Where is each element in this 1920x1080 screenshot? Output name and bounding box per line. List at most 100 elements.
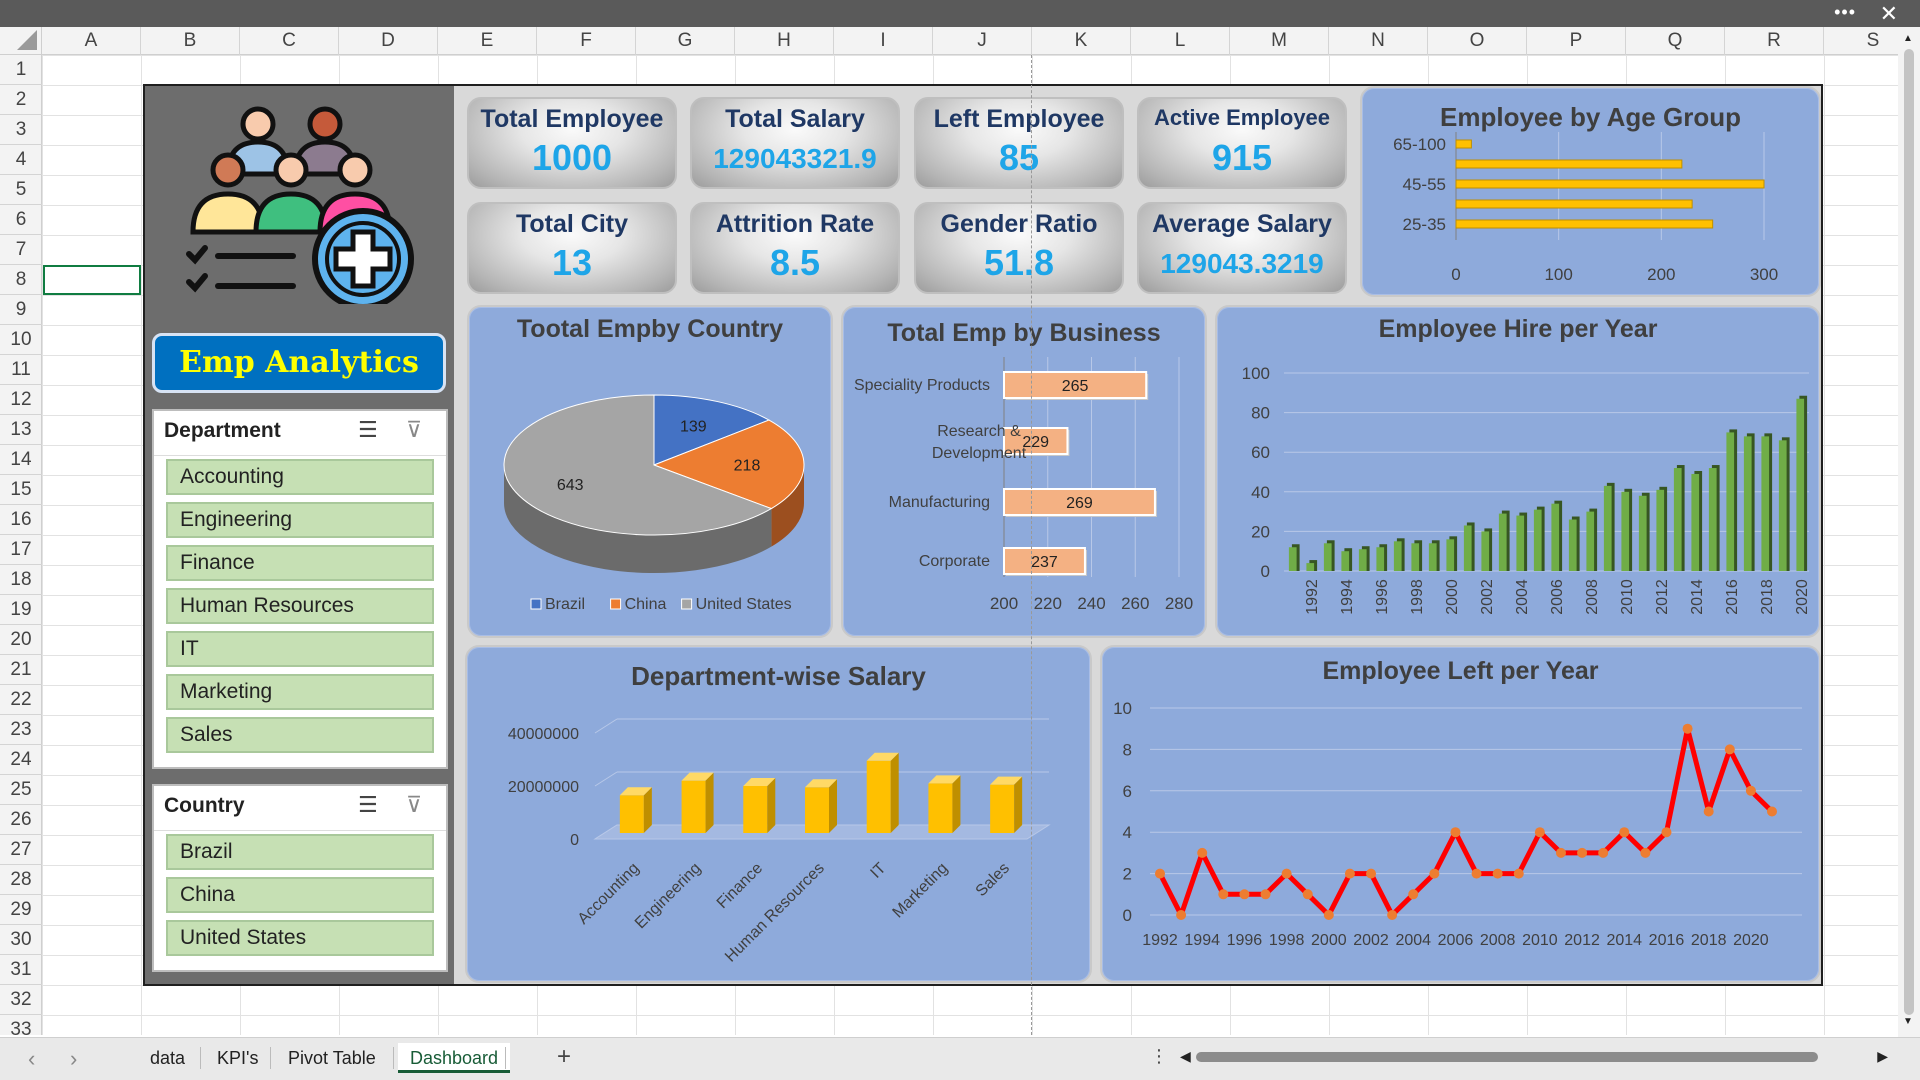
sheet-tab-dashboard[interactable]: Dashboard xyxy=(398,1043,511,1073)
x-tick-label: 2006 xyxy=(1438,932,1474,949)
clear-filter-icon[interactable]: ⊽ xyxy=(406,417,422,443)
column-header-r[interactable]: R xyxy=(1725,27,1824,55)
row-header-4[interactable]: 4 xyxy=(0,145,42,175)
slicer-item-human-resources[interactable]: Human Resources xyxy=(166,588,434,624)
slicer-item-finance[interactable]: Finance xyxy=(166,545,434,581)
vertical-scroll-thumb[interactable] xyxy=(1904,49,1914,1015)
row-header-2[interactable]: 2 xyxy=(0,85,42,115)
salary-bar xyxy=(619,795,644,833)
x-tick-label: 2004 xyxy=(1395,932,1431,949)
row-header-8[interactable]: 8 xyxy=(0,265,42,295)
legend-swatch xyxy=(530,598,542,610)
vertical-scrollbar[interactable]: ▲ ▼ xyxy=(1898,27,1920,1037)
horizontal-scrollbar[interactable]: ◀ ▶ xyxy=(1180,1048,1888,1066)
row-header-24[interactable]: 24 xyxy=(0,745,42,775)
left-data-point xyxy=(1429,868,1440,879)
more-icon[interactable]: ••• xyxy=(1834,2,1856,23)
row-header-31[interactable]: 31 xyxy=(0,955,42,985)
left-data-point xyxy=(1703,806,1714,817)
row-header-9[interactable]: 9 xyxy=(0,295,42,325)
hire-bar xyxy=(1778,440,1787,571)
row-header-10[interactable]: 10 xyxy=(0,325,42,355)
row-header-32[interactable]: 32 xyxy=(0,985,42,1015)
multi-select-icon[interactable]: ☰ xyxy=(358,417,378,443)
row-header-30[interactable]: 30 xyxy=(0,925,42,955)
kpi-value: 8.5 xyxy=(769,242,821,283)
horizontal-scroll-thumb[interactable] xyxy=(1196,1052,1818,1062)
scroll-down-icon[interactable]: ▼ xyxy=(1903,1016,1913,1027)
add-sheet-button[interactable]: + xyxy=(557,1043,571,1071)
next-sheet-icon[interactable]: › xyxy=(70,1046,77,1072)
sheet-tab-data[interactable]: data xyxy=(138,1043,197,1073)
column-header-i[interactable]: I xyxy=(834,27,933,55)
multi-select-icon[interactable]: ☰ xyxy=(358,792,378,818)
column-header-b[interactable]: B xyxy=(141,27,240,55)
column-header-q[interactable]: Q xyxy=(1626,27,1725,55)
row-header-14[interactable]: 14 xyxy=(0,445,42,475)
y-tick-label: 20 xyxy=(1251,522,1270,541)
row-header-18[interactable]: 18 xyxy=(0,565,42,595)
tab-splitter-icon[interactable]: ⋮ xyxy=(1150,1046,1168,1067)
column-header-o[interactable]: O xyxy=(1428,27,1527,55)
row-header-22[interactable]: 22 xyxy=(0,685,42,715)
row-header-19[interactable]: 19 xyxy=(0,595,42,625)
selected-cell[interactable] xyxy=(43,265,141,295)
row-header-11[interactable]: 11 xyxy=(0,355,42,385)
row-header-28[interactable]: 28 xyxy=(0,865,42,895)
column-header-e[interactable]: E xyxy=(438,27,537,55)
column-header-n[interactable]: N xyxy=(1329,27,1428,55)
row-header-25[interactable]: 25 xyxy=(0,775,42,805)
slicer-item-china[interactable]: China xyxy=(166,877,434,913)
slicer-item-accounting[interactable]: Accounting xyxy=(166,459,434,495)
scroll-left-icon[interactable]: ◀ xyxy=(1180,1048,1191,1065)
column-header-h[interactable]: H xyxy=(735,27,834,55)
slicer-item-marketing[interactable]: Marketing xyxy=(166,674,434,710)
x-tick-label: 100 xyxy=(1544,265,1572,284)
close-icon[interactable]: ✕ xyxy=(1880,1,1898,27)
slicer-item-brazil[interactable]: Brazil xyxy=(166,834,434,870)
salary-bar xyxy=(990,784,1015,833)
prev-sheet-icon[interactable]: ‹ xyxy=(28,1046,35,1072)
row-header-3[interactable]: 3 xyxy=(0,115,42,145)
column-header-d[interactable]: D xyxy=(339,27,438,55)
column-header-f[interactable]: F xyxy=(537,27,636,55)
row-header-5[interactable]: 5 xyxy=(0,175,42,205)
x-tick-label: 2010 xyxy=(1522,932,1558,949)
slicer-item-it[interactable]: IT xyxy=(166,631,434,667)
left-data-point xyxy=(1513,868,1524,879)
row-header-17[interactable]: 17 xyxy=(0,535,42,565)
row-header-7[interactable]: 7 xyxy=(0,235,42,265)
slicer-item-sales[interactable]: Sales xyxy=(166,717,434,753)
column-header-a[interactable]: A xyxy=(42,27,141,55)
row-header-15[interactable]: 15 xyxy=(0,475,42,505)
column-header-l[interactable]: L xyxy=(1131,27,1230,55)
column-header-m[interactable]: M xyxy=(1230,27,1329,55)
sheet-tab-pivot-table[interactable]: Pivot Table xyxy=(276,1043,388,1073)
scroll-up-icon[interactable]: ▲ xyxy=(1903,33,1913,44)
row-header-27[interactable]: 27 xyxy=(0,835,42,865)
row-header-29[interactable]: 29 xyxy=(0,895,42,925)
clear-filter-icon[interactable]: ⊽ xyxy=(406,792,422,818)
row-header-13[interactable]: 13 xyxy=(0,415,42,445)
row-header-21[interactable]: 21 xyxy=(0,655,42,685)
row-header-16[interactable]: 16 xyxy=(0,505,42,535)
row-header-20[interactable]: 20 xyxy=(0,625,42,655)
select-all-corner[interactable] xyxy=(0,27,42,55)
column-header-j[interactable]: J xyxy=(933,27,1032,55)
row-header-6[interactable]: 6 xyxy=(0,205,42,235)
column-header-p[interactable]: P xyxy=(1527,27,1626,55)
row-header-1[interactable]: 1 xyxy=(0,55,42,85)
column-header-k[interactable]: K xyxy=(1032,27,1131,55)
column-header-g[interactable]: G xyxy=(636,27,735,55)
sheet-tab-kpis[interactable]: KPI's xyxy=(205,1043,270,1073)
slicer-item-engineering[interactable]: Engineering xyxy=(166,502,434,538)
row-header-23[interactable]: 23 xyxy=(0,715,42,745)
column-header-c[interactable]: C xyxy=(240,27,339,55)
age-bar xyxy=(1455,139,1472,149)
scroll-right-icon[interactable]: ▶ xyxy=(1877,1048,1888,1065)
row-header-26[interactable]: 26 xyxy=(0,805,42,835)
left-data-point xyxy=(1408,889,1419,900)
row-header-12[interactable]: 12 xyxy=(0,385,42,415)
slicer-item-united-states[interactable]: United States xyxy=(166,920,434,956)
x-tick-label: 1996 xyxy=(1227,932,1263,949)
